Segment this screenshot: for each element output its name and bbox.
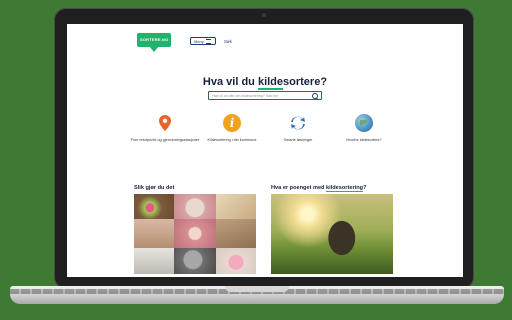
quick-link-smart-solutions[interactable]: Smarte løsninger bbox=[263, 114, 333, 143]
quick-link-municipality[interactable]: i Kildesortering i din kommune bbox=[197, 114, 267, 143]
menu-button[interactable]: Meny bbox=[190, 37, 216, 45]
laptop-base bbox=[10, 286, 504, 304]
quick-link-label: Kildesortering i din kommune bbox=[207, 138, 257, 142]
nav-search-link[interactable]: Søk bbox=[224, 39, 232, 44]
search-placeholder: Hva vil du vite om kildesortering? Søk h… bbox=[212, 94, 279, 98]
quick-link-label: Finn returpunkt og gjenvinningsstasjoner bbox=[130, 138, 200, 142]
section-title-highlight: kildesortering bbox=[326, 185, 364, 192]
quick-link-why-sort[interactable]: Hvorfor kildesortere? bbox=[329, 114, 399, 143]
page-title: Hva vil du kildesortere? bbox=[67, 76, 463, 90]
section-title-how-to: Slik gjør du det bbox=[134, 185, 175, 191]
globe-icon bbox=[355, 114, 373, 132]
menu-label: Meny bbox=[194, 38, 204, 44]
collage-tile bbox=[134, 248, 174, 274]
collage-tile bbox=[174, 194, 216, 219]
logo-text: SORTERE.NO bbox=[140, 37, 169, 42]
camera bbox=[262, 13, 266, 17]
search-input[interactable]: Hva vil du vite om kildesortering? Søk h… bbox=[208, 91, 322, 100]
collage-tile bbox=[174, 219, 216, 248]
browser-screen: SORTERE.NO Meny Søk Hva vil du kildesort… bbox=[67, 24, 463, 277]
section-title-why: Hva er poenget med kildesortering? bbox=[271, 185, 367, 192]
collage-tile bbox=[216, 248, 256, 274]
quick-link-find-return-point[interactable]: Finn returpunkt og gjenvinningsstasjoner bbox=[130, 114, 200, 143]
title-post: sortere? bbox=[283, 76, 328, 88]
collage-tile bbox=[216, 219, 256, 248]
section-title-pre: Hva er poenget med bbox=[271, 185, 327, 191]
how-to-image-collage[interactable] bbox=[134, 194, 256, 274]
site-logo[interactable]: SORTERE.NO bbox=[137, 33, 171, 52]
quick-link-label: Hvorfor kildesortere? bbox=[346, 138, 382, 142]
section-title-post: ? bbox=[363, 185, 367, 191]
search-icon[interactable] bbox=[312, 93, 318, 99]
laptop-notch bbox=[225, 286, 289, 292]
collage-tile bbox=[134, 194, 174, 219]
info-icon: i bbox=[223, 114, 241, 132]
collage-tile bbox=[216, 194, 256, 219]
location-pin-icon bbox=[156, 114, 174, 132]
collage-tile bbox=[174, 248, 216, 274]
why-sort-photo[interactable] bbox=[271, 194, 393, 274]
title-highlight: kilde bbox=[257, 76, 284, 90]
title-pre: Hva vil du bbox=[202, 76, 258, 88]
recycle-arrows-icon bbox=[289, 114, 307, 132]
collage-tile bbox=[134, 219, 174, 248]
hamburger-icon bbox=[205, 38, 211, 44]
quick-link-label: Smarte løsninger bbox=[283, 138, 313, 142]
